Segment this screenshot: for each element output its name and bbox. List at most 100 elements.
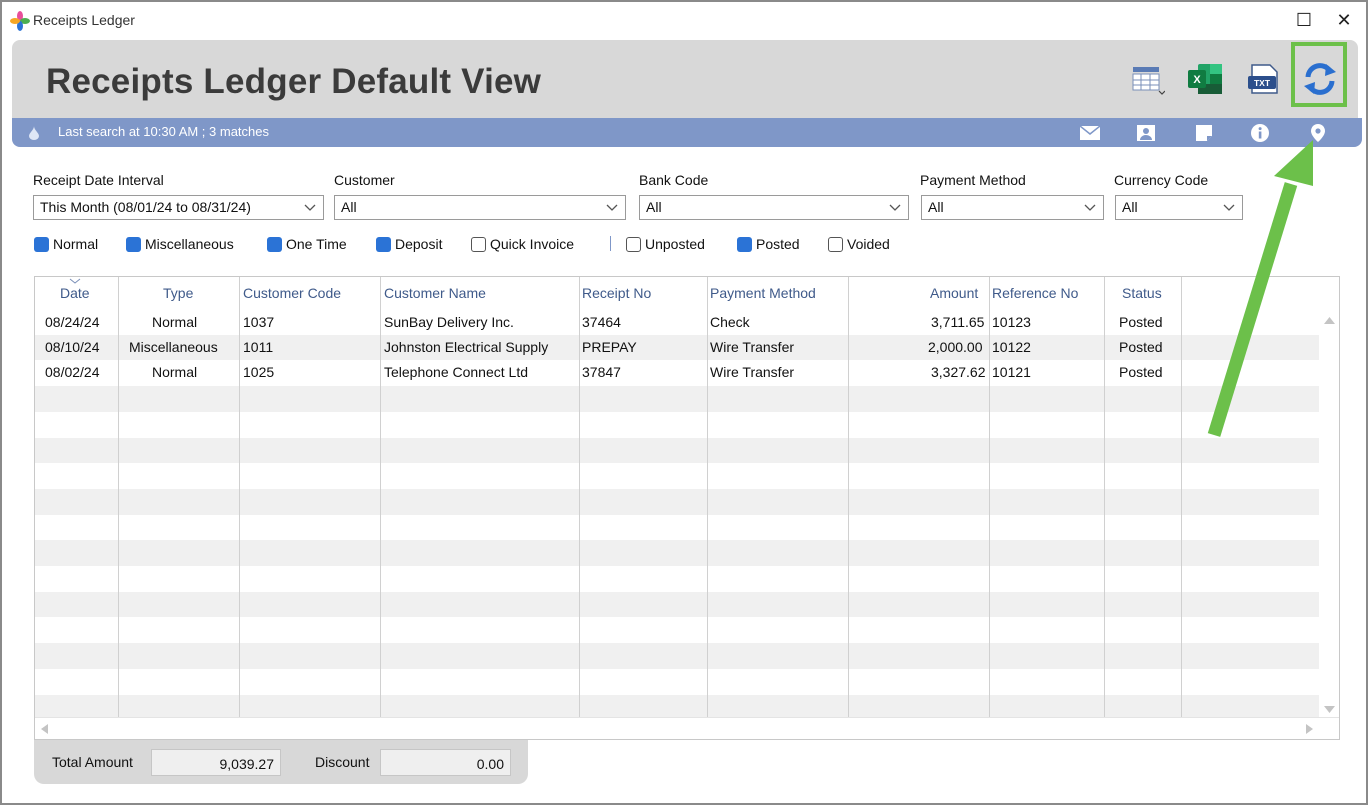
table-row[interactable]: 08/24/24 Normal 1037 SunBay Delivery Inc… bbox=[35, 309, 1321, 335]
cell-date: 08/10/24 bbox=[45, 339, 100, 355]
checkbox-separator bbox=[610, 236, 611, 251]
receipts-grid[interactable]: Date Type Customer Code Customer Name Re… bbox=[34, 276, 1340, 740]
date-interval-label: Receipt Date Interval bbox=[33, 172, 164, 188]
row-stripe bbox=[35, 566, 1321, 592]
cell-payment-method: Wire Transfer bbox=[710, 364, 795, 380]
contact-button[interactable] bbox=[1134, 122, 1158, 144]
customer-select[interactable]: All bbox=[334, 195, 626, 220]
cell-reference-no: 10122 bbox=[992, 339, 1031, 355]
checkbox-miscellaneous[interactable]: Miscellaneous bbox=[126, 235, 234, 253]
checkbox-label: Deposit bbox=[395, 236, 443, 252]
checkbox-unchecked-icon bbox=[828, 236, 843, 252]
notes-button[interactable] bbox=[1192, 122, 1216, 144]
bank-code-select[interactable]: All bbox=[639, 195, 909, 220]
checkbox-label: One Time bbox=[286, 236, 347, 252]
scroll-up-icon[interactable] bbox=[1324, 317, 1335, 324]
location-button[interactable] bbox=[1306, 122, 1330, 144]
cell-type: Normal bbox=[152, 364, 198, 380]
checkbox-label: Normal bbox=[53, 236, 99, 252]
checkbox-unposted[interactable]: Unposted bbox=[626, 235, 705, 253]
checkbox-normal[interactable]: Normal bbox=[34, 235, 98, 253]
totals-footer: Total Amount 9,039.27 Discount 0.00 bbox=[34, 740, 528, 784]
row-stripe bbox=[35, 617, 1321, 644]
info-button[interactable] bbox=[1248, 122, 1272, 144]
cell-amount: 2,000.00 bbox=[928, 339, 983, 355]
cell-date: 08/24/24 bbox=[45, 314, 100, 330]
cell-customer-name: Johnston Electrical Supply bbox=[384, 339, 549, 355]
column-header-type[interactable]: Type bbox=[163, 277, 193, 307]
vertical-scrollbar[interactable] bbox=[1319, 307, 1339, 719]
column-header-amount[interactable]: Amount bbox=[930, 277, 978, 307]
cell-customer-code: 1025 bbox=[243, 364, 275, 380]
export-txt-button[interactable]: TXT bbox=[1243, 58, 1283, 100]
checkbox-posted[interactable]: Posted bbox=[737, 235, 800, 253]
column-header-receipt-no[interactable]: Receipt No bbox=[582, 277, 651, 307]
column-header-customer-code[interactable]: Customer Code bbox=[243, 277, 341, 307]
scroll-left-icon[interactable] bbox=[41, 724, 48, 734]
cell-receipt-no: PREPAY bbox=[582, 339, 637, 355]
table-row[interactable]: 08/02/24 Normal 1025 Telephone Connect L… bbox=[35, 359, 1321, 385]
info-icon bbox=[1251, 124, 1269, 142]
cell-payment-method: Wire Transfer bbox=[710, 339, 795, 355]
column-header-date[interactable]: Date bbox=[60, 277, 90, 307]
contact-icon bbox=[1137, 125, 1155, 141]
grid-layout-icon bbox=[1132, 67, 1165, 95]
row-stripe bbox=[35, 463, 1321, 490]
cell-receipt-no: 37464 bbox=[582, 314, 621, 330]
scroll-down-icon[interactable] bbox=[1324, 706, 1335, 713]
cell-status: Posted bbox=[1119, 314, 1163, 330]
row-stripe bbox=[35, 514, 1321, 541]
payment-method-select[interactable]: All bbox=[921, 195, 1104, 220]
chevron-down-icon bbox=[304, 204, 316, 211]
date-interval-select[interactable]: This Month (08/01/24 to 08/31/24) bbox=[33, 195, 324, 220]
refresh-button[interactable] bbox=[1300, 58, 1340, 100]
cell-type: Normal bbox=[152, 314, 198, 330]
checkbox-checked-icon bbox=[34, 236, 49, 252]
checkbox-label: Voided bbox=[847, 236, 890, 252]
checkbox-quick-invoice[interactable]: Quick Invoice bbox=[471, 235, 574, 253]
cell-date: 08/02/24 bbox=[45, 364, 100, 380]
checkbox-unchecked-icon bbox=[626, 236, 641, 252]
cell-reference-no: 10123 bbox=[992, 314, 1031, 330]
column-header-status[interactable]: Status bbox=[1122, 277, 1162, 307]
mail-icon bbox=[1080, 126, 1100, 140]
row-stripe bbox=[35, 540, 1321, 567]
customer-label: Customer bbox=[334, 172, 395, 188]
checkbox-one-time[interactable]: One Time bbox=[267, 235, 347, 253]
checkbox-label: Quick Invoice bbox=[490, 236, 575, 252]
app-logo-icon bbox=[10, 11, 30, 31]
column-layout-button[interactable] bbox=[1127, 58, 1167, 100]
checkbox-checked-icon bbox=[267, 236, 282, 252]
chevron-down-icon bbox=[1084, 204, 1096, 211]
column-header-customer-name[interactable]: Customer Name bbox=[384, 277, 486, 307]
currency-code-label: Currency Code bbox=[1114, 172, 1209, 188]
payment-method-value: All bbox=[928, 199, 944, 215]
checkbox-label: Posted bbox=[756, 236, 800, 252]
table-row[interactable]: 08/10/24 Miscellaneous 1011 Johnston Ele… bbox=[35, 334, 1321, 360]
export-excel-button[interactable]: X bbox=[1185, 58, 1225, 100]
window-title: Receipts Ledger bbox=[33, 12, 135, 28]
row-stripe bbox=[35, 386, 1321, 413]
close-button[interactable]: ✕ bbox=[1328, 6, 1360, 34]
scroll-right-icon[interactable] bbox=[1306, 724, 1313, 734]
title-bar: Receipts Ledger ☐ ✕ bbox=[2, 2, 1366, 38]
checkbox-checked-icon bbox=[376, 236, 391, 252]
chevron-down-icon bbox=[606, 204, 618, 211]
cell-payment-method: Check bbox=[710, 314, 750, 330]
column-header-reference-no[interactable]: Reference No bbox=[992, 277, 1078, 307]
location-pin-icon bbox=[1311, 124, 1325, 142]
cell-customer-name: SunBay Delivery Inc. bbox=[384, 314, 514, 330]
cell-type: Miscellaneous bbox=[129, 339, 218, 355]
checkbox-checked-icon bbox=[737, 236, 752, 252]
checkbox-deposit[interactable]: Deposit bbox=[376, 235, 442, 253]
checkbox-label: Miscellaneous bbox=[145, 236, 234, 252]
cell-status: Posted bbox=[1119, 364, 1163, 380]
column-header-payment-method[interactable]: Payment Method bbox=[710, 277, 816, 307]
checkbox-voided[interactable]: Voided bbox=[828, 235, 890, 253]
customer-value: All bbox=[341, 199, 357, 215]
email-button[interactable] bbox=[1078, 122, 1102, 144]
currency-code-select[interactable]: All bbox=[1115, 195, 1243, 220]
horizontal-scrollbar[interactable] bbox=[35, 717, 1339, 739]
cell-customer-code: 1011 bbox=[243, 339, 274, 355]
maximize-button[interactable]: ☐ bbox=[1288, 6, 1320, 34]
